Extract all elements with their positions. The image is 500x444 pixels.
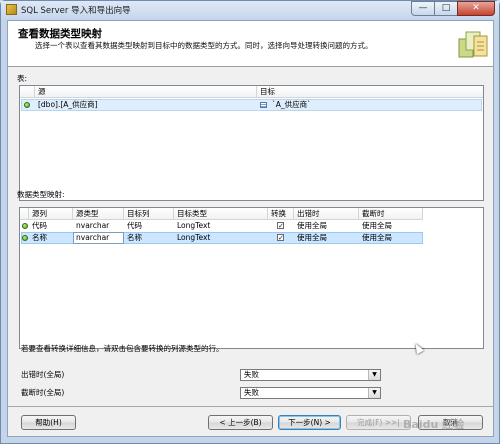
close-button[interactable]: ✕ (457, 1, 495, 16)
on-error-global-value: 失败 (244, 370, 259, 379)
table-source-cell: [dbo].[A_供应商] (38, 100, 98, 109)
mapping-on-trunc-cell[interactable]: 使用全局 (359, 232, 423, 244)
mapping-on-trunc-cell[interactable]: 使用全局 (359, 220, 423, 232)
mapping-col-on-trunc[interactable]: 截断时 (359, 208, 423, 220)
mapping-col-convert[interactable]: 转换 (268, 208, 294, 220)
on-trunc-global-select[interactable]: 失败 ▼ (240, 387, 381, 399)
mapping-col-dst-type[interactable]: 目标类型 (174, 208, 268, 220)
app-icon (6, 4, 17, 15)
tables-col-source[interactable]: 源 (35, 86, 257, 98)
row-status-icon (22, 223, 28, 229)
mapping-dst-type-cell: LongText (177, 233, 211, 242)
window-title: SQL Server 导入和导出向导 (21, 6, 131, 16)
tables-label: 表: (17, 74, 28, 83)
mapping-src-col-cell: 代码 (32, 221, 47, 230)
chevron-down-icon[interactable]: ▼ (368, 370, 380, 380)
mapping-on-error-cell[interactable]: 使用全局 (294, 232, 359, 244)
on-error-global-select[interactable]: 失败 ▼ (240, 369, 381, 381)
wizard-header: 查看数据类型映射 选择一个表以查看其数据类型映射到目标中的数据类型的方式。同时，… (8, 21, 493, 67)
title-bar[interactable]: SQL Server 导入和导出向导 — □ ✕ (1, 1, 499, 19)
hint-text: 若要查看转换详细信息，请双击包含要转换的列源类型的行。 (21, 344, 224, 353)
mapping-grid-corner (20, 208, 29, 220)
tables-grid-corner (20, 86, 35, 98)
wizard-body: 查看数据类型映射 选择一个表以查看其数据类型映射到目标中的数据类型的方式。同时，… (7, 20, 494, 437)
mapping-src-type-cell[interactable]: nvarchar (73, 220, 124, 232)
mapping-col-on-error[interactable]: 出错时 (294, 208, 359, 220)
mapping-col-src-col[interactable]: 源列 (29, 208, 73, 220)
mapping-src-col-cell: 名称 (32, 233, 47, 242)
footer-divider (8, 406, 493, 407)
mapping-dst-col-cell: 代码 (127, 221, 142, 230)
back-button[interactable]: < 上一步(B) (208, 415, 273, 430)
checked-status-icon (24, 102, 30, 108)
tables-grid[interactable]: 源 目标 [dbo].[A_供应商] `A_供应商` (19, 85, 484, 201)
on-trunc-global-value: 失败 (244, 388, 259, 397)
help-button[interactable]: 帮助(H) (21, 415, 76, 430)
wizard-window: SQL Server 导入和导出向导 — □ ✕ 查看数据类型映射 选择一个表以… (0, 0, 500, 444)
row-status-icon (22, 235, 28, 241)
mapping-col-src-type[interactable]: 源类型 (73, 208, 124, 220)
finish-button[interactable]: 完成(F) >>| (346, 415, 411, 430)
convert-checkbox[interactable]: ✓ (277, 234, 284, 242)
mapping-label: 数据类型映射: (17, 190, 65, 199)
minimize-button[interactable]: — (411, 1, 435, 16)
watermark: Baidu 经验 (403, 418, 465, 431)
on-error-global-label: 出错时(全局) (21, 370, 65, 379)
on-trunc-global-label: 截断时(全局) (21, 388, 65, 397)
chevron-down-icon[interactable]: ▼ (368, 388, 380, 398)
mapping-col-dst-col[interactable]: 目标列 (124, 208, 174, 220)
page-title: 查看数据类型映射 (18, 28, 102, 40)
page-subtitle: 选择一个表以查看其数据类型映射到目标中的数据类型的方式。同时，选择向导处理转换问… (35, 41, 373, 50)
mapping-grid[interactable]: 源列 源类型 目标列 目标类型 转换 出错时 截断时 代码 nvarchar 代… (19, 207, 484, 349)
maximize-button[interactable]: □ (434, 1, 458, 16)
table-target-cell[interactable]: `A_供应商` (269, 99, 469, 111)
wizard-logo-icon (458, 31, 488, 58)
mapping-on-error-cell[interactable]: 使用全局 (294, 220, 359, 232)
convert-checkbox[interactable]: ✓ (277, 222, 284, 230)
mapping-dst-type-cell: LongText (177, 221, 211, 230)
mapping-dst-col-cell: 名称 (127, 233, 142, 242)
table-icon (260, 102, 267, 108)
mapping-src-type-cell[interactable]: nvarchar (73, 232, 124, 244)
next-button[interactable]: 下一步(N) > (278, 415, 341, 430)
tables-col-target[interactable]: 目标 (257, 86, 483, 98)
